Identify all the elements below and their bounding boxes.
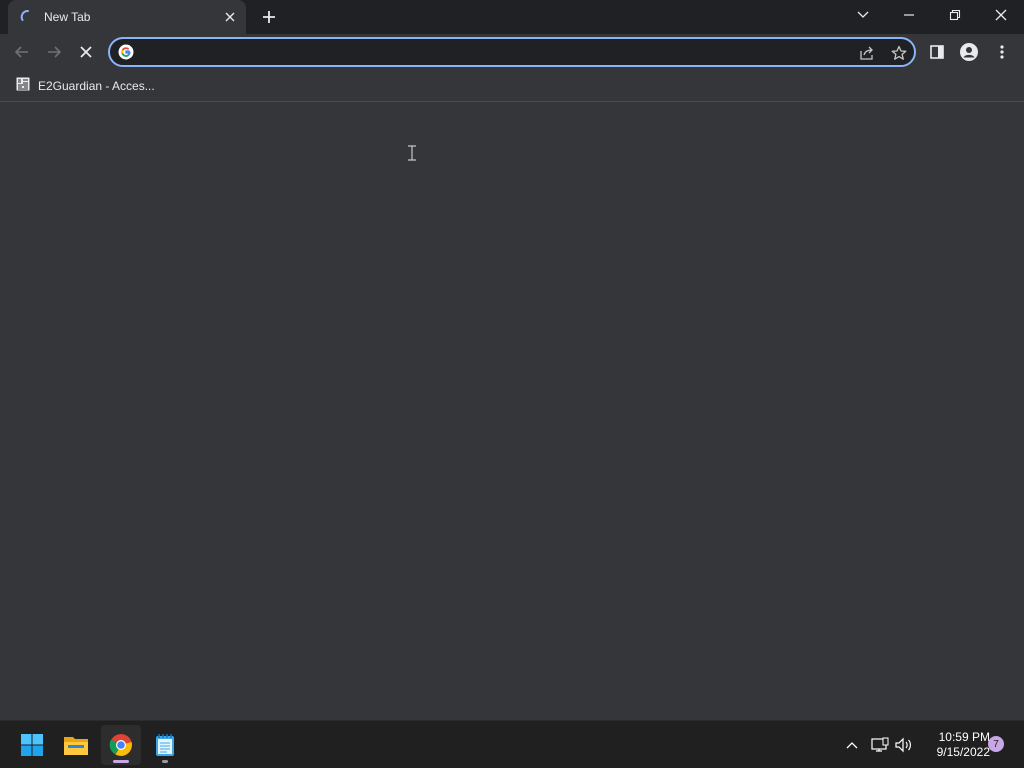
restore-button[interactable]	[932, 0, 978, 30]
network-icon[interactable]	[870, 735, 890, 755]
notification-badge[interactable]: 7	[988, 736, 1004, 752]
chevron-up-icon[interactable]	[842, 735, 862, 755]
side-panel-button[interactable]	[923, 38, 951, 66]
close-window-button[interactable]	[978, 0, 1024, 30]
notepad-icon[interactable]	[145, 725, 185, 765]
google-icon	[118, 44, 134, 60]
page-content[interactable]	[0, 103, 1024, 720]
start-button[interactable]	[12, 725, 52, 765]
system-clock[interactable]: 10:59 PM 9/15/2022	[920, 730, 990, 760]
loading-spinner-icon	[20, 9, 36, 25]
address-input[interactable]	[140, 42, 840, 62]
bookmarks-bar: E2Guardian - Acces...	[0, 70, 1024, 102]
tab-search-button[interactable]	[840, 0, 886, 30]
forward-button[interactable]	[40, 38, 68, 66]
back-button[interactable]	[8, 38, 36, 66]
active-app-indicator	[113, 760, 129, 763]
tab-new-tab[interactable]: New Tab	[8, 0, 246, 34]
chrome-icon[interactable]	[101, 725, 141, 765]
text-cursor-icon	[407, 145, 417, 161]
tab-close-icon[interactable]	[222, 9, 238, 25]
bookmark-e2guardian[interactable]: E2Guardian - Acces...	[10, 75, 161, 97]
bookmark-star-icon[interactable]	[890, 44, 908, 62]
browser-toolbar	[0, 34, 1024, 70]
new-tab-button[interactable]	[258, 6, 280, 28]
taskbar: 10:59 PM 9/15/2022 7	[0, 720, 1024, 768]
clock-time: 10:59 PM	[938, 730, 990, 744]
stop-loading-button[interactable]	[72, 38, 100, 66]
profile-button[interactable]	[955, 38, 983, 66]
file-explorer-icon[interactable]	[56, 725, 96, 765]
volume-icon[interactable]	[894, 735, 914, 755]
site-favicon-icon	[16, 77, 30, 96]
tab-title: New Tab	[44, 10, 91, 24]
bookmark-label: E2Guardian - Acces...	[38, 79, 155, 93]
kebab-menu-icon[interactable]	[988, 38, 1016, 66]
tab-strip: New Tab	[0, 0, 1024, 34]
clock-date: 9/15/2022	[936, 745, 990, 759]
minimize-button[interactable]	[886, 0, 932, 30]
address-bar[interactable]	[108, 37, 916, 67]
running-app-indicator	[162, 760, 168, 763]
share-icon[interactable]	[858, 44, 876, 62]
